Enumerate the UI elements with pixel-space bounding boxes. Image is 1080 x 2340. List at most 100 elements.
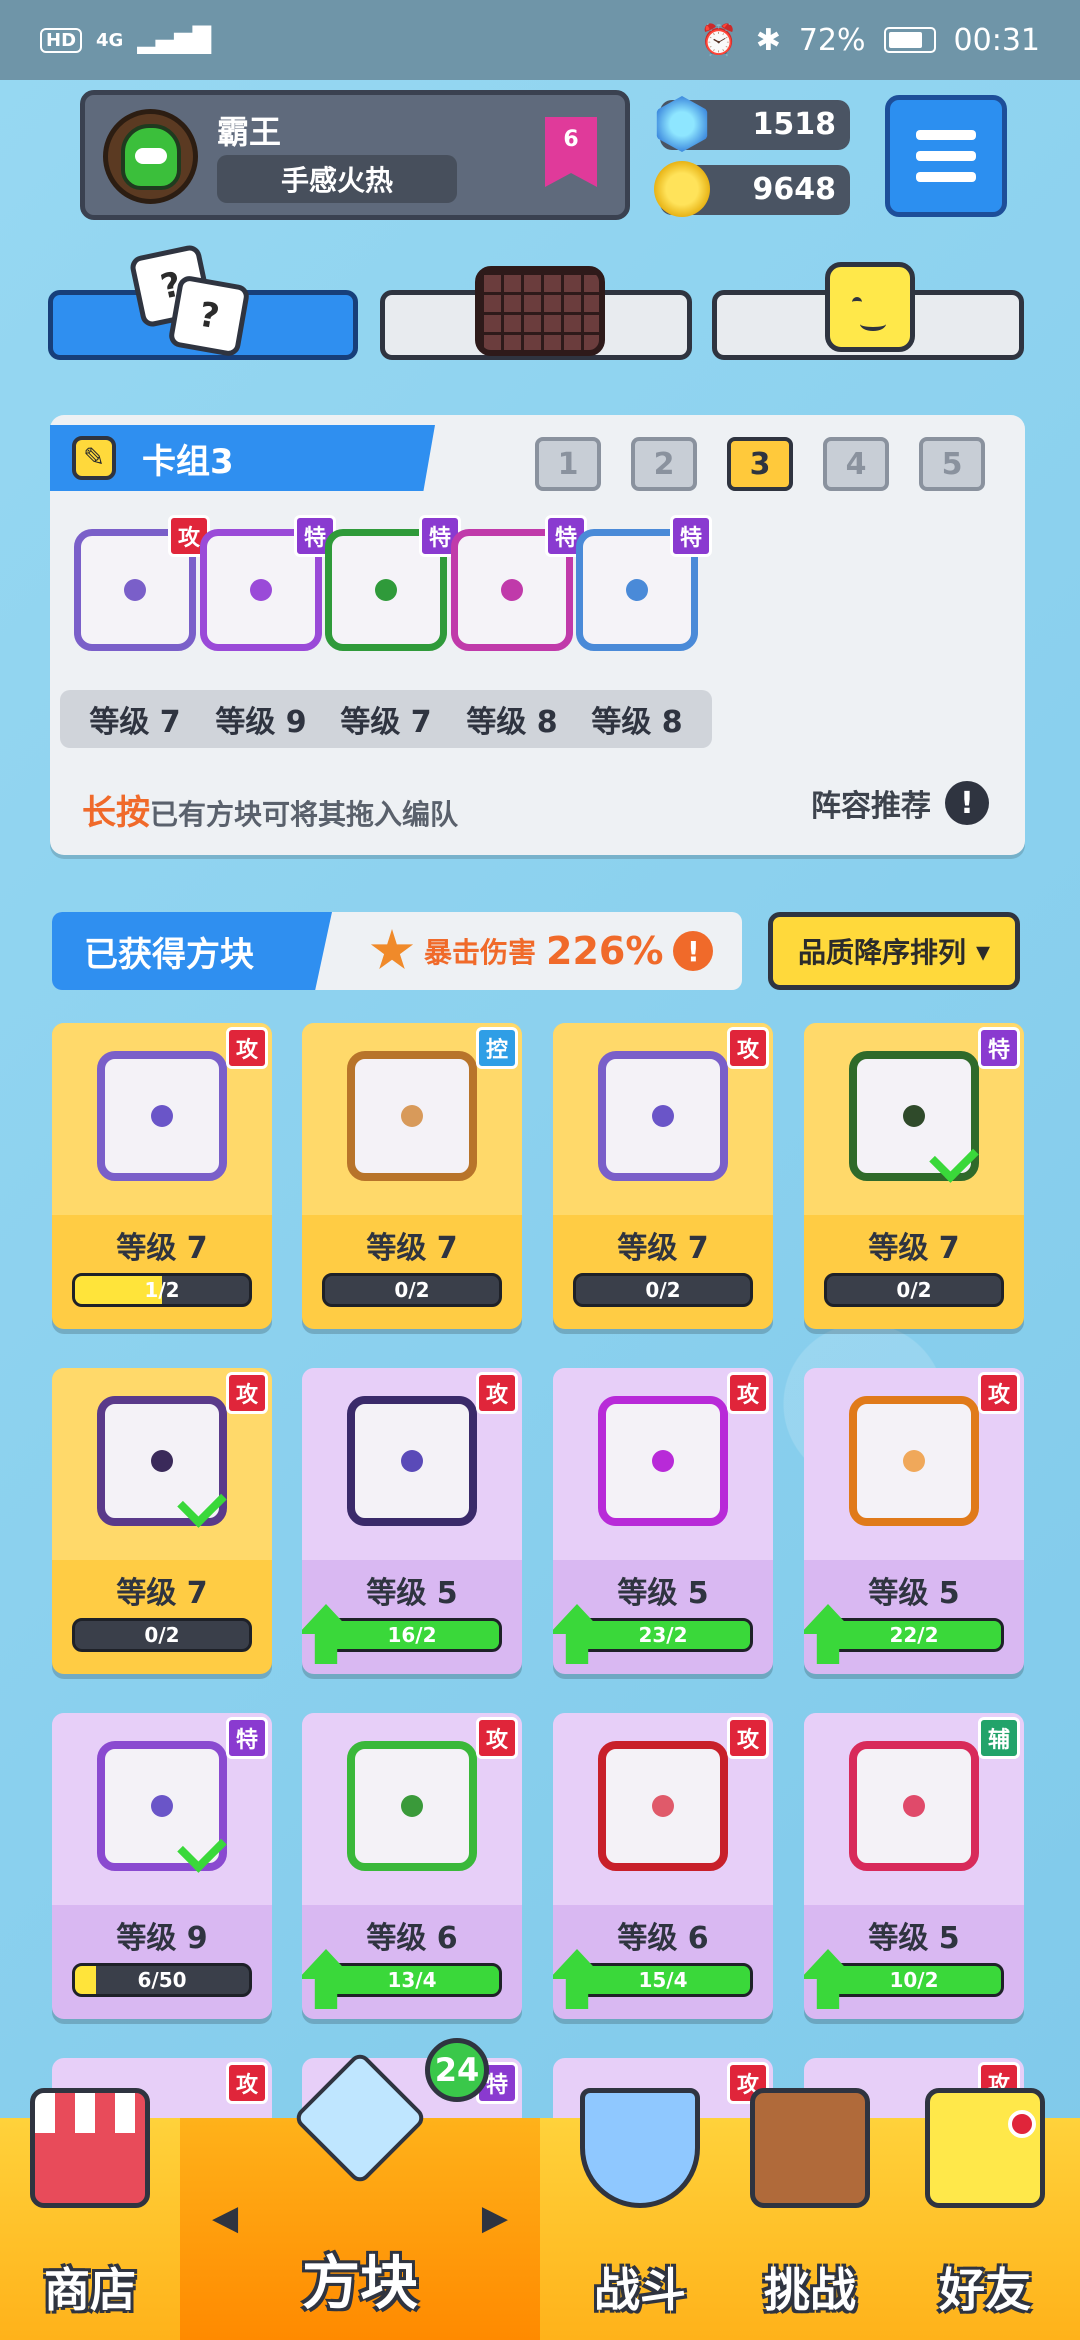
- hamburger-icon: [916, 130, 976, 140]
- nav-label: 商店: [44, 2263, 136, 2317]
- pip: [626, 579, 648, 601]
- card-level: 等级 6: [366, 1921, 458, 1956]
- nav-label: 挑战: [764, 2263, 856, 2317]
- owned-dice-card[interactable]: 攻 等级 5 22/2: [804, 1368, 1024, 1674]
- menu-button[interactable]: [885, 95, 1007, 217]
- upgrade-arrow-icon: [804, 1604, 856, 1664]
- battery-percent: 72%: [798, 22, 866, 58]
- gem-counter[interactable]: 1518: [656, 96, 850, 152]
- card-progress-text: 15/4: [638, 1968, 688, 1992]
- upgrade-arrow-icon: [553, 1949, 605, 2009]
- sort-label: 品质降序排列: [797, 936, 966, 969]
- nav-label: 战斗: [594, 2263, 686, 2317]
- owned-header: 已获得方块 暴击伤害 226% !: [52, 912, 742, 990]
- gem-icon: [656, 96, 708, 152]
- sort-dropdown[interactable]: 品质降序排列 ▾: [768, 912, 1020, 990]
- owned-dice-card[interactable]: 攻 等级 5 16/2: [302, 1368, 522, 1674]
- card-level: 等级 5: [617, 1576, 709, 1611]
- deck-slot-5[interactable]: 5: [919, 437, 985, 491]
- deck-panel: ✎ 卡组3 1 2 3 4 5 攻等级 7 特等级 9 特等级 7 特等级 8 …: [50, 415, 1025, 855]
- card-progress-bar: 0/2: [322, 1273, 502, 1307]
- owned-dice-card[interactable]: 辅 等级 5 10/2: [804, 1713, 1024, 2019]
- owned-dice-card[interactable]: 攻 等级 7 0/2: [553, 1023, 773, 1329]
- notification-dot: [1008, 2110, 1036, 2138]
- dice-face: [97, 1051, 227, 1181]
- lineup-recommend-button[interactable]: 阵容推荐 !: [811, 781, 989, 825]
- challenge-gate-icon: [750, 2088, 870, 2208]
- coin-icon: [654, 161, 710, 217]
- card-level: 等级 6: [617, 1921, 709, 1956]
- owned-dice-card[interactable]: 攻 等级 6 15/4: [553, 1713, 773, 2019]
- deck-header[interactable]: ✎ 卡组3: [50, 425, 435, 491]
- nav-friends[interactable]: 好友: [900, 2088, 1070, 2340]
- pip: [375, 579, 397, 601]
- owned-dice-card[interactable]: 攻 等级 7 0/2: [52, 1368, 272, 1674]
- deck-slot-4[interactable]: 4: [823, 437, 889, 491]
- pip: [250, 579, 272, 601]
- battery-icon: [883, 27, 936, 53]
- bottom-nav: 商店 ◀ ▶ 方块 战斗 挑战 好友: [0, 2050, 1080, 2340]
- deck-slot-3[interactable]: 3: [727, 437, 793, 491]
- hint-text: 已有方块可将其拖入编队: [150, 798, 459, 831]
- upgrade-arrow-icon: [302, 1949, 354, 2009]
- card-type-badge: 攻: [476, 1372, 518, 1414]
- pip: [652, 1105, 674, 1127]
- coin-counter[interactable]: 9648: [654, 161, 850, 217]
- dice-face: [849, 1396, 979, 1526]
- pip: [903, 1450, 925, 1472]
- owned-dice-card[interactable]: 特 等级 9 6/50: [52, 1713, 272, 2019]
- nav-next-arrow-icon[interactable]: ▶: [482, 2198, 508, 2238]
- owned-dice-card[interactable]: 攻 等级 5 23/2: [553, 1368, 773, 1674]
- pip: [903, 1105, 925, 1127]
- chevron-down-icon: ▾: [975, 934, 991, 968]
- deck-slot-1[interactable]: 1: [535, 437, 601, 491]
- nav-shop[interactable]: 商店: [0, 2088, 180, 2340]
- clock: 00:31: [953, 22, 1040, 58]
- card-progress-text: 1/2: [144, 1278, 180, 1302]
- dice-icon: ? ?: [128, 243, 251, 360]
- card-type-badge: 特: [670, 515, 712, 557]
- status-bar: HD 4G ▂▄▆█ ⏰ ✱ 72% 00:31: [0, 0, 1080, 80]
- avatar[interactable]: [103, 109, 198, 204]
- dice-face: [598, 1741, 728, 1871]
- pip: [501, 579, 523, 601]
- deck-card[interactable]: 特: [562, 515, 712, 665]
- crit-label: 暴击伤害: [424, 936, 537, 969]
- card-level: 等级 5: [868, 1921, 960, 1956]
- card-type-badge: 攻: [727, 1372, 769, 1414]
- nav-challenge[interactable]: 挑战: [740, 2088, 880, 2340]
- owned-dice-card[interactable]: 攻 等级 6 13/4: [302, 1713, 522, 2019]
- nav-battle[interactable]: 战斗: [560, 2088, 720, 2340]
- profile-card[interactable]: 霸王 手感火热 6: [80, 90, 630, 220]
- edit-pencil-icon[interactable]: ✎: [72, 436, 116, 480]
- card-level: 等级 5: [366, 1576, 458, 1611]
- deck-hint: 长按已有方块可将其拖入编队: [82, 785, 458, 834]
- card-progress-bar: 6/50: [72, 1963, 252, 1997]
- deck-slot-2[interactable]: 2: [631, 437, 697, 491]
- owned-dice-card[interactable]: 控 等级 7 0/2: [302, 1023, 522, 1329]
- owned-dice-card[interactable]: 攻 等级 7 1/2: [52, 1023, 272, 1329]
- alarm-icon: ⏰: [700, 22, 738, 58]
- card-type-badge: 攻: [226, 1372, 268, 1414]
- pip: [401, 1105, 423, 1127]
- owned-dice-card[interactable]: 特 等级 7 0/2: [804, 1023, 1024, 1329]
- card-level: 等级 9: [116, 1921, 208, 1956]
- card-progress-bar: 15/4: [573, 1963, 753, 1997]
- crit-damage-info[interactable]: 暴击伤害 226% !: [370, 912, 714, 990]
- card-progress-bar: 0/2: [824, 1273, 1004, 1307]
- dice-face: [347, 1741, 477, 1871]
- nav-dice[interactable]: ◀ ▶ 方块: [180, 2050, 540, 2340]
- card-progress-text: 10/2: [889, 1968, 939, 1992]
- card-progress-text: 0/2: [144, 1623, 180, 1647]
- dice-face: [347, 1051, 477, 1181]
- upgrade-arrow-icon: [804, 1949, 856, 2009]
- card-progress-text: 16/2: [387, 1623, 437, 1647]
- card-progress-text: 22/2: [889, 1623, 939, 1647]
- dice-face: [598, 1396, 728, 1526]
- crit-info-icon[interactable]: !: [673, 931, 714, 971]
- nav-prev-arrow-icon[interactable]: ◀: [212, 2198, 238, 2238]
- dice-face: [347, 1396, 477, 1526]
- card-progress-text: 6/50: [137, 1968, 187, 1992]
- card-type-badge: 特: [978, 1027, 1020, 1069]
- avatar-character-icon: [120, 123, 181, 190]
